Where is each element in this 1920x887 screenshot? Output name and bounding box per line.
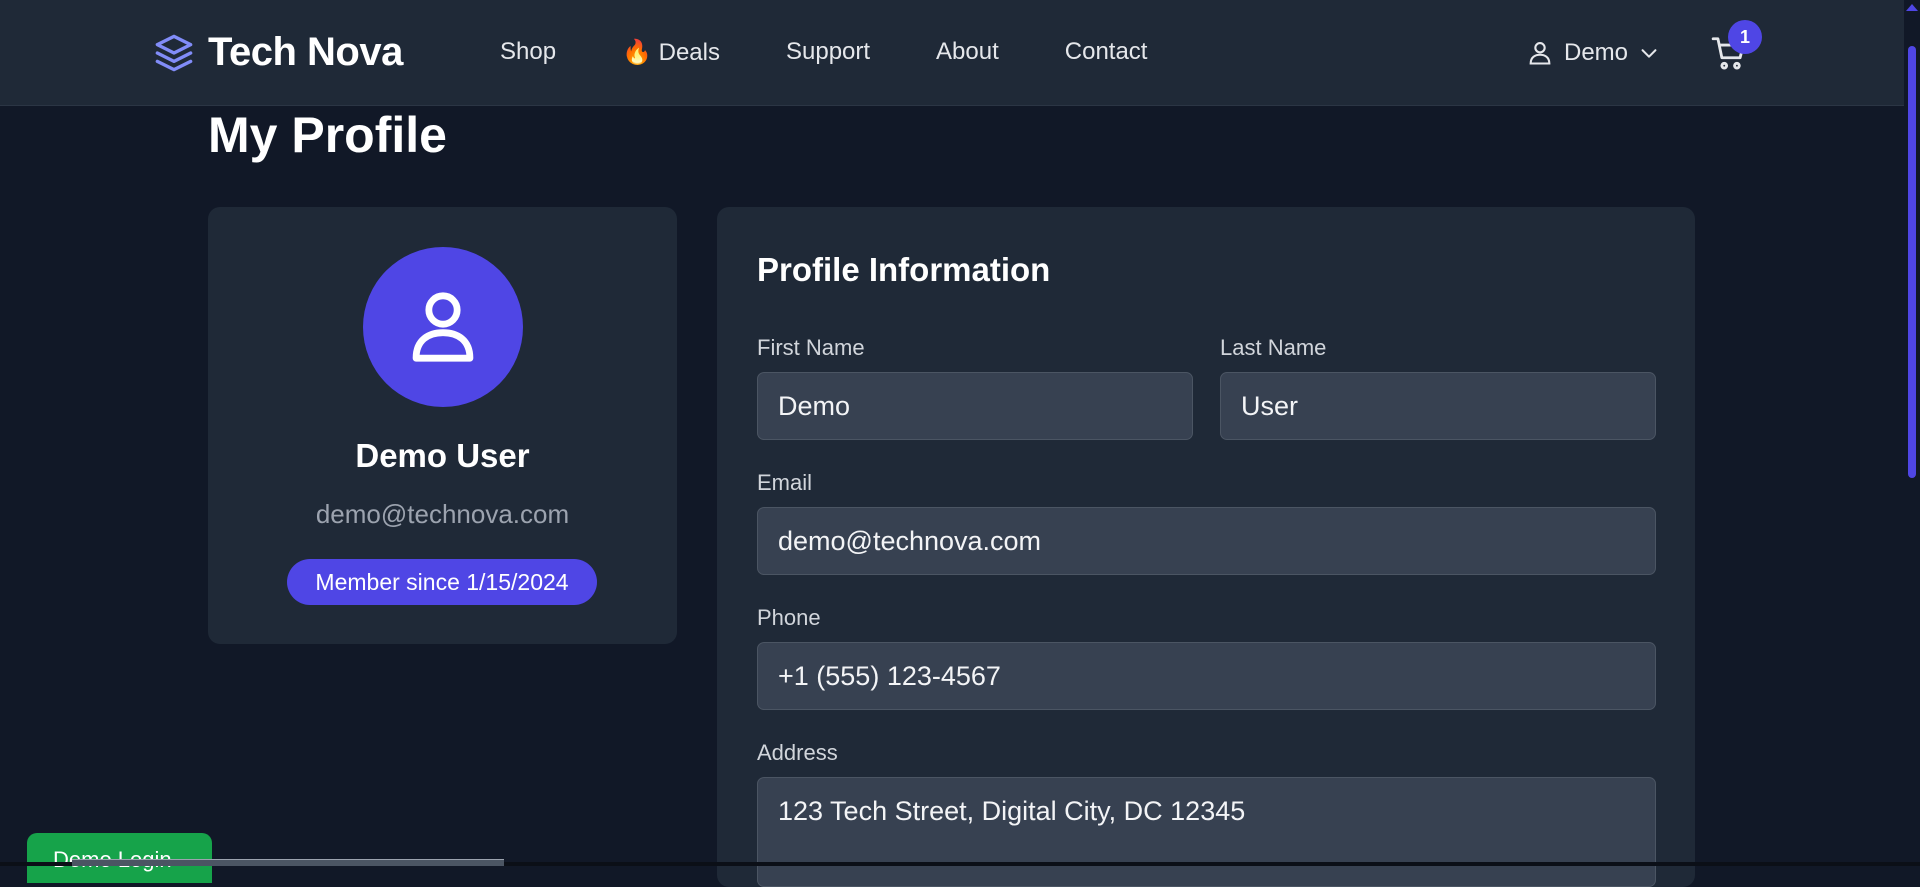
scroll-up-arrow-icon[interactable] [1906, 4, 1918, 11]
brand-name: Tech Nova [208, 30, 403, 74]
page-title: My Profile [208, 107, 447, 163]
nav-link-contact[interactable]: Contact [1065, 38, 1148, 67]
brand-logo[interactable]: Tech Nova [154, 30, 403, 75]
user-menu-name: Demo [1564, 39, 1629, 66]
nav-link-support[interactable]: Support [786, 38, 870, 67]
nav-link-shop[interactable]: Shop [500, 38, 556, 67]
last-name-input[interactable]: User [1220, 372, 1656, 440]
profile-email: demo@technova.com [315, 499, 570, 529]
profile-information-card: Profile Information First Name Demo Last… [717, 207, 1695, 887]
email-field[interactable]: demo@technova.com [757, 507, 1656, 575]
first-name-label: First Name [757, 335, 865, 360]
nav-link-about[interactable]: About [936, 38, 999, 67]
cart-count-badge: 1 [1728, 20, 1762, 54]
layers-icon [155, 34, 193, 71]
top-navbar: Tech Nova Shop 🔥 Deals Support About Con… [0, 0, 1920, 106]
user-icon [1529, 42, 1551, 65]
first-name-input[interactable]: Demo [757, 372, 1193, 440]
profile-name: Demo User [355, 437, 530, 474]
member-since-badge: Member since 1/15/2024 [287, 559, 597, 605]
horizontal-scrollbar[interactable] [72, 859, 504, 866]
user-menu-button[interactable]: Demo [1526, 38, 1660, 68]
demo-login-button[interactable]: Demo Login [27, 833, 212, 883]
address-label: Address [757, 740, 838, 765]
phone-label: Phone [757, 605, 821, 630]
address-textarea[interactable]: 123 Tech Street, Digital City, DC 12345 [757, 777, 1656, 887]
nav-link-deals[interactable]: 🔥 Deals [622, 38, 720, 67]
scrollbar-thumb[interactable] [1908, 46, 1916, 478]
chevron-down-icon [1641, 49, 1657, 58]
last-name-label: Last Name [1220, 335, 1327, 360]
avatar [363, 247, 523, 407]
phone-field[interactable]: +1 (555) 123-4567 [757, 642, 1656, 710]
main-nav: Shop 🔥 Deals Support About Contact [500, 38, 1147, 67]
profile-information-title: Profile Information [757, 251, 1051, 288]
email-label: Email [757, 470, 813, 495]
user-avatar-icon [412, 292, 474, 362]
profile-summary-card: Demo User demo@technova.com Member since… [208, 207, 677, 644]
